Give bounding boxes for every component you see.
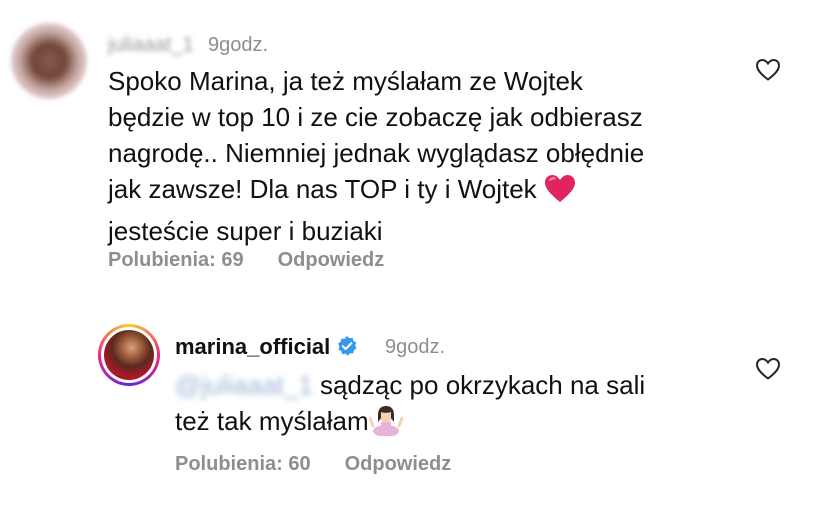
likes-count-button[interactable]: Polubienia: 60 [175, 453, 311, 475]
verified-badge-icon [336, 335, 358, 363]
comment-reply: marina_official 9godz. @juliaaat_1 sądzą… [0, 0, 828, 512]
comment-meta: Polubienia: 60 Odpowiedz [175, 453, 485, 476]
mention-link[interactable]: @juliaaat_1 [175, 367, 313, 403]
comment-username[interactable]: marina_official [175, 334, 358, 363]
heart-outline-icon[interactable] [755, 357, 781, 381]
username-text[interactable]: marina_official [175, 334, 330, 359]
comment-text-line: też tak myślałam [175, 406, 369, 436]
comment-timestamp: 9godz. [385, 336, 446, 358]
comment-text: @juliaaat_1 sądząc po okrzykach na sali … [175, 367, 645, 445]
comment-text-line: sądząc po okrzykach na sali [319, 370, 646, 400]
reply-button[interactable]: Odpowiedz [345, 453, 452, 475]
avatar[interactable] [98, 324, 160, 386]
woman-shrugging-emoji [368, 404, 404, 445]
